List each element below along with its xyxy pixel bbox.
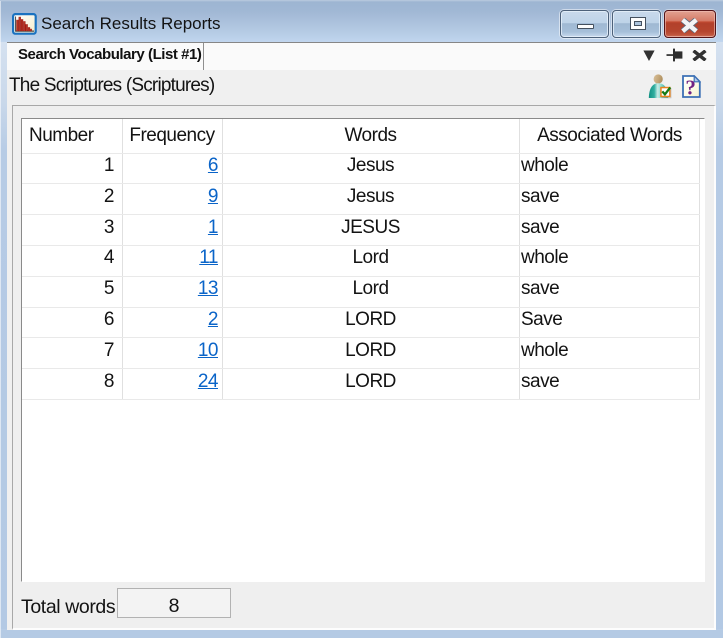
svg-text:?: ? [685,75,696,98]
